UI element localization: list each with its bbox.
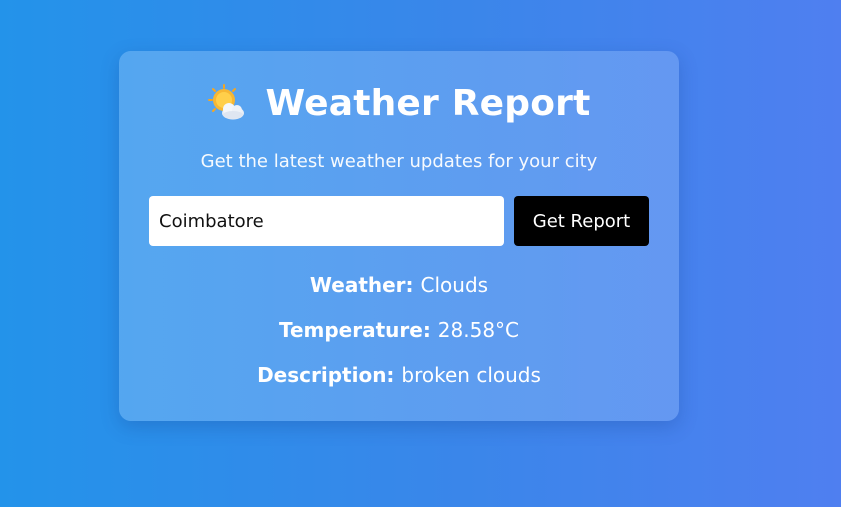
weather-row: Weather: Clouds xyxy=(119,273,679,297)
sun-behind-cloud-icon xyxy=(207,83,247,124)
weather-label: Weather: xyxy=(309,273,421,297)
city-input[interactable] xyxy=(149,196,504,246)
get-report-button[interactable]: Get Report xyxy=(514,196,649,246)
title-row: Weather Report xyxy=(119,83,679,124)
subtitle: Get the latest weather updates for your … xyxy=(200,151,598,172)
description-row: Description: broken clouds xyxy=(119,363,679,387)
page-title: Weather Report xyxy=(265,83,591,124)
description-value: broken clouds xyxy=(401,363,541,387)
description-label: Description: xyxy=(257,363,402,387)
temperature-label: Temperature: xyxy=(278,318,438,342)
temperature-row: Temperature: 28.58°C xyxy=(119,318,679,342)
weather-card: Weather Report Get the latest weather up… xyxy=(119,51,679,421)
weather-value: Clouds xyxy=(420,273,489,297)
temperature-value: 28.58°C xyxy=(437,318,520,342)
